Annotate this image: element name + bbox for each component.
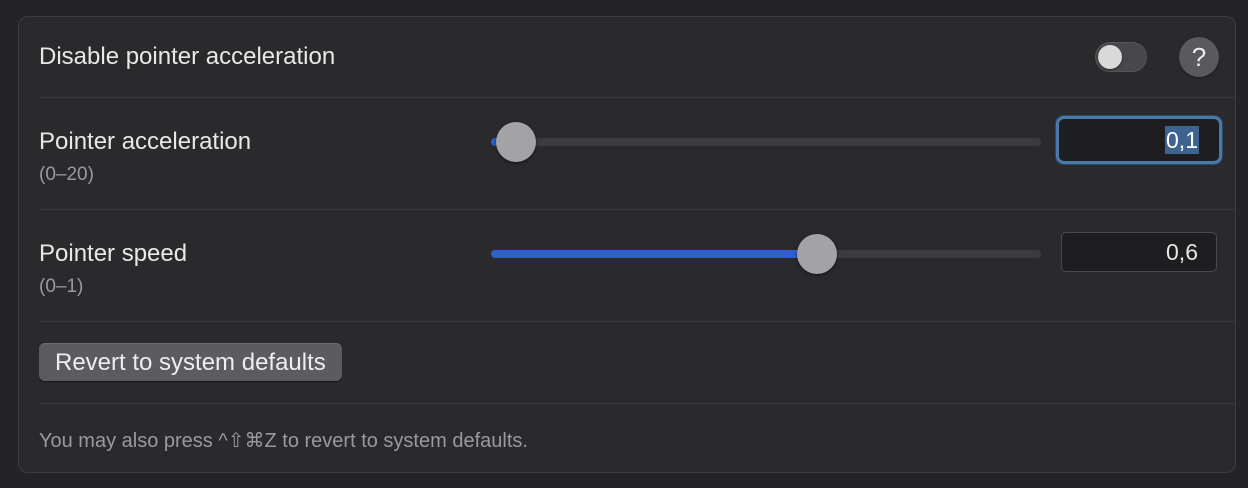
pointer-speed-value: 0,6 [1166, 239, 1198, 265]
question-mark-icon[interactable]: ? [1179, 37, 1219, 77]
revert-shortcut-hint: You may also press ^⇧⌘Z to revert to sys… [39, 430, 528, 452]
slider-thumb[interactable] [495, 122, 536, 162]
pointer-acceleration-value: 0,1 [1165, 126, 1199, 154]
slider-fill [491, 250, 817, 258]
pointer-speed-label: Pointer speed [39, 240, 188, 267]
revert-defaults-button[interactable]: Revert to system defaults [39, 343, 342, 381]
slider-track [491, 138, 1041, 146]
pointer-speed-row: Pointer speed (0–1) 0,6 [39, 210, 1217, 321]
disable-acceleration-row: Disable pointer acceleration ? [39, 17, 1219, 97]
divider [39, 321, 1235, 322]
pointer-settings-panel: Disable pointer acceleration ? Pointer a… [18, 16, 1236, 473]
pointer-speed-slider[interactable] [491, 234, 1041, 274]
pointer-acceleration-row: Pointer acceleration (0–20) 0,1 [39, 98, 1222, 209]
pointer-speed-range: (0–1) [39, 276, 84, 297]
pointer-acceleration-field[interactable]: 0,1 [1056, 116, 1222, 164]
pointer-acceleration-range: (0–20) [39, 164, 94, 185]
disable-acceleration-toggle[interactable] [1095, 42, 1147, 72]
pointer-speed-field[interactable]: 0,6 [1061, 232, 1217, 272]
pointer-acceleration-label: Pointer acceleration [39, 128, 252, 155]
divider [39, 403, 1235, 404]
pointer-acceleration-slider[interactable] [491, 122, 1041, 162]
toggle-knob [1098, 45, 1122, 69]
slider-thumb[interactable] [796, 234, 837, 274]
disable-acceleration-label: Disable pointer acceleration [39, 43, 336, 70]
